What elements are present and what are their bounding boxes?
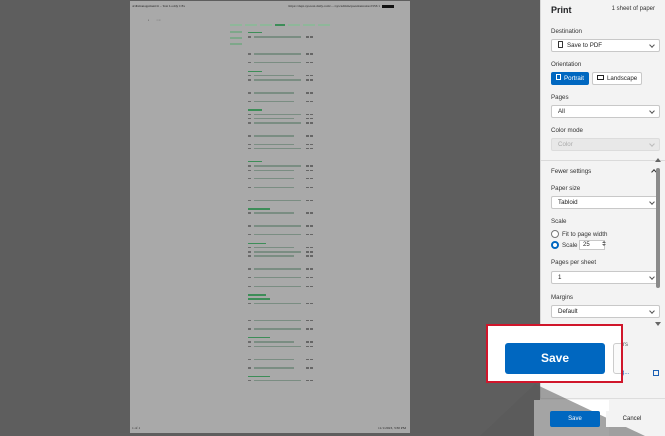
pages-per-sheet-value: 1 — [558, 274, 562, 281]
preview-header-mark — [382, 5, 394, 8]
destination-value: Save to PDF — [567, 42, 603, 49]
landscape-icon — [596, 74, 604, 80]
preview-footer-date: 11/1/2023, 3:30 PM — [378, 426, 406, 430]
portrait-icon — [556, 74, 561, 81]
open-external-icon — [653, 370, 659, 376]
pages-select[interactable]: All — [551, 105, 660, 118]
pages-value: All — [558, 108, 565, 115]
zoomed-save-button[interactable]: Save — [505, 343, 605, 374]
print-dialog: 4/dbmanagement/it – Test Loddy CEs https… — [0, 0, 665, 436]
color-mode-select: Color — [551, 138, 660, 151]
stepper-down-icon — [601, 244, 606, 246]
pages-label: Pages — [551, 94, 569, 101]
section-divider — [541, 160, 665, 161]
margins-select[interactable]: Default — [551, 305, 660, 318]
print-preview-area: 4/dbmanagement/it – Test Loddy CEs https… — [0, 0, 540, 436]
preview-content-rows — [248, 31, 398, 383]
document-icon — [558, 40, 563, 48]
print-title: Print — [551, 5, 572, 15]
sheet-count: 1 sheet of paper — [611, 6, 655, 12]
panel-scrollbar[interactable] — [653, 158, 663, 326]
preview-row — [248, 379, 398, 383]
portrait-label: Portrait — [564, 75, 584, 82]
chevron-down-icon — [649, 141, 655, 147]
preview-tabs — [230, 24, 330, 26]
fewer-settings-label: Fewer settings — [551, 168, 592, 175]
pages-per-sheet-label: Pages per sheet — [551, 259, 597, 266]
chevron-down-icon — [649, 108, 655, 114]
chevron-down-icon — [649, 42, 655, 48]
preview-left-column — [230, 31, 242, 49]
portrait-button[interactable]: Portrait — [551, 72, 589, 85]
paper-size-select[interactable]: Tabloid — [551, 196, 660, 209]
scroll-down-icon — [655, 322, 661, 326]
destination-select[interactable]: Save to PDF — [551, 39, 660, 52]
preview-header-url: https://dept.sys.test.daily.com/…/sys/ad… — [288, 4, 380, 8]
zoomed-cancel-button-edge — [613, 343, 621, 374]
hidden-option-fragment: rs — [623, 342, 628, 348]
scale-radio[interactable] — [551, 241, 559, 249]
landscape-label: Landscape — [606, 75, 638, 82]
cancel-button[interactable]: Cancel — [606, 411, 658, 427]
zoomed-save-callout: Save — [486, 324, 623, 383]
preview-footer-page: 1 of 1 — [132, 426, 141, 430]
fewer-settings-toggle[interactable]: Fewer settings — [551, 168, 660, 175]
color-mode-label: Color mode — [551, 127, 583, 134]
paper-size-value: Tabloid — [558, 199, 578, 206]
fit-to-page-label: Fit to page width — [562, 231, 608, 238]
scale-label: Scale — [551, 218, 567, 225]
scrollbar-thumb[interactable] — [656, 168, 660, 288]
preview-nav-links: ▪ ▫ ▫▫ — [148, 18, 161, 22]
paper-size-label: Paper size — [551, 185, 581, 192]
stepper-up-icon — [601, 241, 606, 243]
fit-to-page-radio[interactable] — [551, 230, 559, 238]
orientation-label: Orientation — [551, 61, 582, 68]
color-mode-value: Color — [558, 141, 573, 148]
scale-stepper[interactable] — [600, 240, 607, 250]
scroll-up-icon — [655, 158, 661, 162]
preview-page: 4/dbmanagement/it – Test Loddy CEs https… — [130, 1, 410, 433]
zoom-callout-pointer — [480, 384, 645, 436]
scale-option-label: Scale — [562, 242, 578, 249]
pages-per-sheet-select[interactable]: 1 — [551, 271, 660, 284]
landscape-button[interactable]: Landscape — [591, 72, 643, 85]
preview-header-title: 4/dbmanagement/it – Test Loddy CEs — [132, 4, 185, 8]
margins-value: Default — [558, 308, 578, 315]
destination-label: Destination — [551, 28, 582, 35]
save-button[interactable]: Save — [550, 411, 600, 427]
margins-label: Margins — [551, 294, 574, 301]
